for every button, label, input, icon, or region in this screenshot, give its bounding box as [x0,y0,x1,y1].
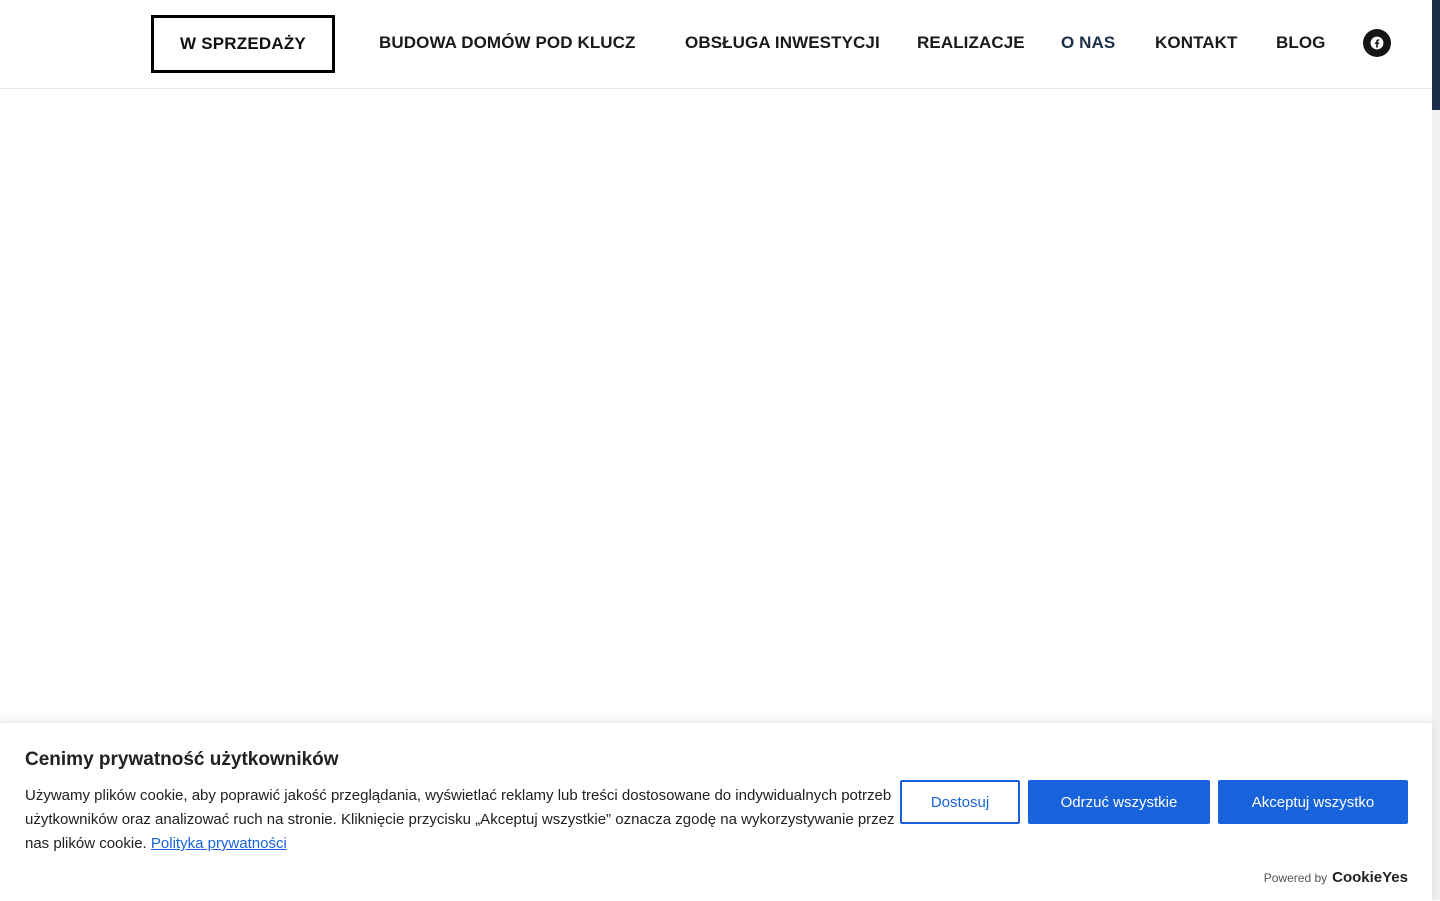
privacy-policy-link[interactable]: Polityka prywatności [151,835,287,852]
nav-item-realizations[interactable]: REALIZACJE [917,33,1025,53]
page-scrollbar[interactable] [1432,0,1440,900]
nav-cta-for-sale[interactable]: W SPRZEDAŻY [151,15,335,73]
powered-by-label: Powered by [1263,871,1328,885]
facebook-link[interactable] [1363,29,1391,57]
nav-item-contact[interactable]: KONTAKT [1155,33,1238,53]
nav-item-investment-service[interactable]: OBSŁUGA INWESTYCJI [685,33,880,53]
reject-all-button[interactable]: Odrzuć wszystkie [1028,780,1210,824]
facebook-icon [1370,36,1384,50]
nav-item-about-us[interactable]: O NAS [1061,33,1115,53]
site-header: W SPRZEDAŻY BUDOWA DOMÓW POD KLUCZ OBSŁU… [0,0,1432,89]
cookie-banner-title: Cenimy prywatność użytkowników [25,749,339,770]
powered-by: Powered by CookieYes [1264,869,1408,886]
nav-item-blog[interactable]: BLOG [1276,33,1326,53]
nav-item-house-building[interactable]: BUDOWA DOMÓW POD KLUCZ [379,33,636,53]
scrollbar-thumb[interactable] [1432,0,1440,110]
cookie-consent-banner: Cenimy prywatność użytkowników Używamy p… [0,722,1432,901]
cookieyes-logo[interactable]: CookieYes [1332,869,1408,886]
accept-all-button[interactable]: Akceptuj wszystko [1218,780,1408,824]
customize-button[interactable]: Dostosuj [900,780,1020,824]
cookie-banner-text: Używamy plików cookie, aby poprawić jako… [25,784,895,856]
